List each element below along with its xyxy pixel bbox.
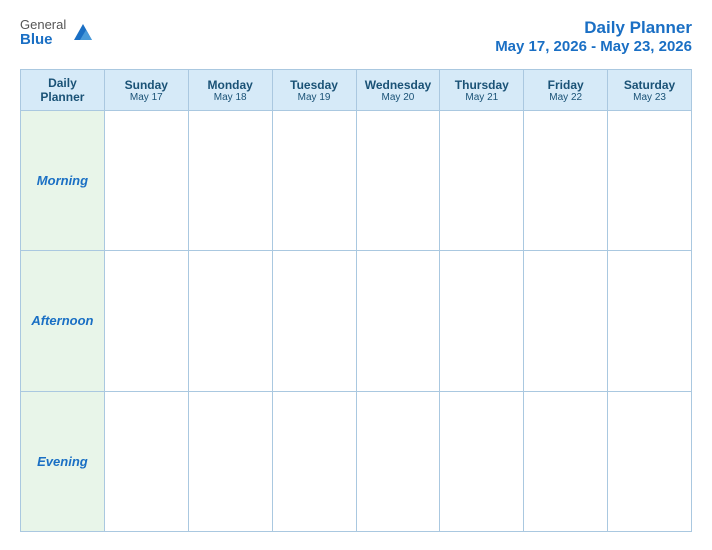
date-range: May 17, 2026 - May 23, 2026 [495, 38, 692, 55]
cell-afternoon-wednesday[interactable] [356, 251, 440, 391]
cell-afternoon-monday[interactable] [188, 251, 272, 391]
cell-morning-monday[interactable] [188, 111, 272, 251]
title-area: Daily Planner May 17, 2026 - May 23, 202… [495, 18, 692, 55]
cell-morning-saturday[interactable] [608, 111, 692, 251]
row-morning: Morning [21, 111, 692, 251]
page-title: Daily Planner [495, 18, 692, 38]
cell-afternoon-saturday[interactable] [608, 251, 692, 391]
col-header-saturday: Saturday May 23 [608, 70, 692, 111]
logo-blue: Blue [20, 32, 66, 49]
cell-afternoon-tuesday[interactable] [272, 251, 356, 391]
logo-general: General [20, 18, 66, 32]
cell-afternoon-friday[interactable] [524, 251, 608, 391]
cell-evening-saturday[interactable] [608, 391, 692, 531]
col-header-daily-planner: DailyPlanner [21, 70, 105, 111]
cell-evening-friday[interactable] [524, 391, 608, 531]
calendar-table: DailyPlanner Sunday May 17 Monday May 18… [20, 69, 692, 532]
logo-text: General Blue [20, 18, 66, 49]
cell-afternoon-sunday[interactable] [104, 251, 188, 391]
cell-evening-sunday[interactable] [104, 391, 188, 531]
cell-morning-friday[interactable] [524, 111, 608, 251]
logo-icon [72, 22, 94, 44]
col-header-friday: Friday May 22 [524, 70, 608, 111]
col-header-wednesday: Wednesday May 20 [356, 70, 440, 111]
col-header-sunday: Sunday May 17 [104, 70, 188, 111]
row-label-evening: Evening [21, 391, 105, 531]
col-header-thursday: Thursday May 21 [440, 70, 524, 111]
cell-afternoon-thursday[interactable] [440, 251, 524, 391]
row-evening: Evening [21, 391, 692, 531]
cell-morning-tuesday[interactable] [272, 111, 356, 251]
page: General Blue Daily Planner May 17, 2026 … [0, 0, 712, 550]
col-header-monday: Monday May 18 [188, 70, 272, 111]
row-afternoon: Afternoon [21, 251, 692, 391]
cell-evening-monday[interactable] [188, 391, 272, 531]
cell-evening-wednesday[interactable] [356, 391, 440, 531]
row-label-morning: Morning [21, 111, 105, 251]
logo-area: General Blue [20, 18, 94, 49]
cell-evening-tuesday[interactable] [272, 391, 356, 531]
col-header-tuesday: Tuesday May 19 [272, 70, 356, 111]
header: General Blue Daily Planner May 17, 2026 … [20, 18, 692, 55]
cell-morning-sunday[interactable] [104, 111, 188, 251]
row-label-afternoon: Afternoon [21, 251, 105, 391]
cell-morning-wednesday[interactable] [356, 111, 440, 251]
cell-morning-thursday[interactable] [440, 111, 524, 251]
cell-evening-thursday[interactable] [440, 391, 524, 531]
